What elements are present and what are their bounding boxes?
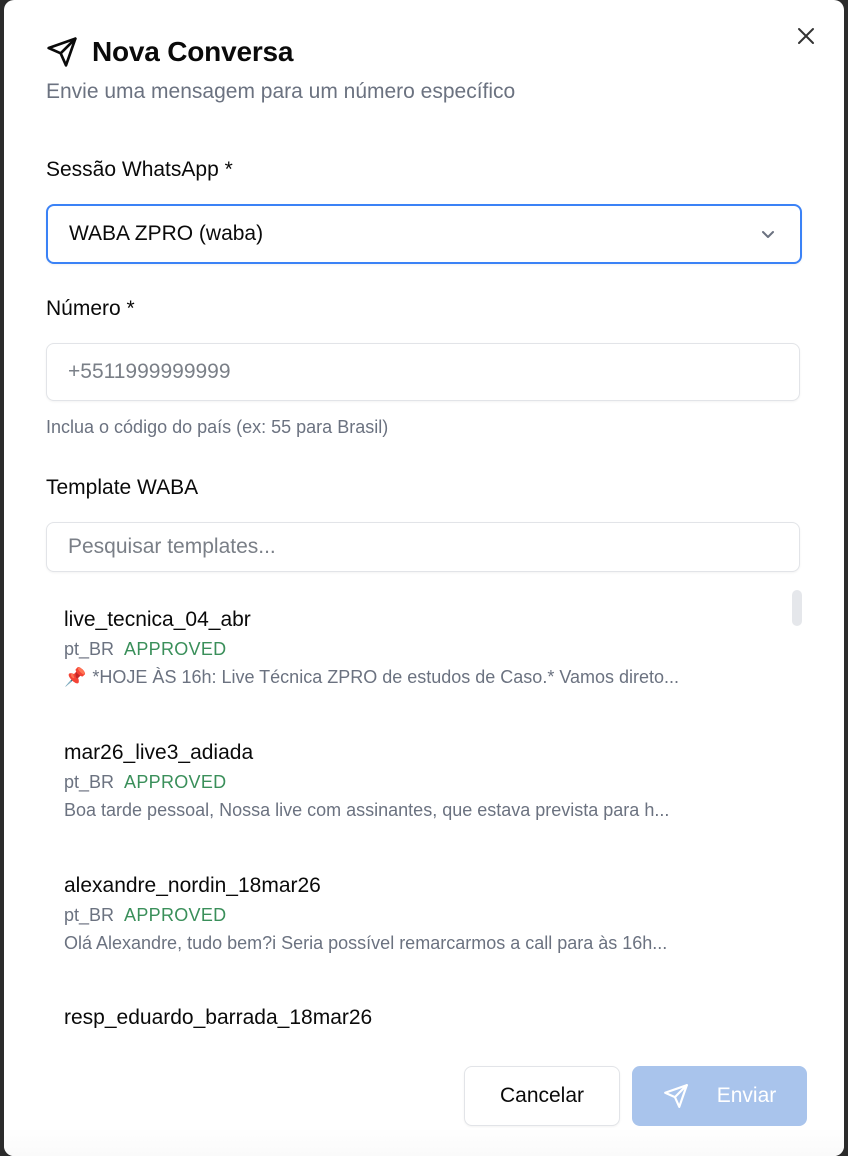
send-button-label: Enviar <box>716 1084 777 1107</box>
template-list: live_tecnica_04_abr pt_BR APPROVED 📌 *HOJE… <box>46 586 806 1028</box>
template-name: live_tecnica_04_abr <box>64 608 251 631</box>
template-item[interactable]: resp_eduardo_barrada_18mar26 <box>64 1004 784 1028</box>
template-list-scrollbar[interactable] <box>792 590 802 626</box>
close-icon <box>798 28 814 44</box>
dialog-bottom-edge <box>4 1128 844 1156</box>
template-language: pt_BR <box>64 639 115 659</box>
send-icon <box>47 37 77 67</box>
dialog-subtitle: Envie uma mensagem para um número especí… <box>46 80 516 103</box>
template-name: alexandre_nordin_18mar26 <box>64 874 321 897</box>
send-button[interactable]: Enviar <box>632 1066 807 1126</box>
template-preview: Boa tarde pessoal, Nossa live com assina… <box>64 800 670 820</box>
chevron-down-icon <box>762 231 774 238</box>
dialog-title: Nova Conversa <box>92 36 294 67</box>
dialog-header: Nova Conversa <box>46 34 293 70</box>
template-item[interactable]: live_tecnica_04_abr pt_BR APPROVED 📌 *HOJE… <box>64 606 784 692</box>
template-name: mar26_live3_adiada <box>64 741 254 764</box>
template-name: resp_eduardo_barrada_18mar26 <box>64 1006 373 1028</box>
template-item[interactable]: mar26_live3_adiada pt_BR APPROVED Boa tar… <box>64 739 784 825</box>
template-label: Template WABA <box>46 476 199 499</box>
number-label: Número * <box>46 297 135 320</box>
session-selected-value: WABA ZPRO (waba) <box>69 222 264 245</box>
number-hint: Inclua o código do país (ex: 55 para Bra… <box>46 417 389 437</box>
template-meta: pt_BR APPROVED <box>64 636 784 662</box>
template-search-input[interactable] <box>46 522 800 572</box>
close-button[interactable] <box>794 24 818 48</box>
session-label: Sessão WhatsApp * <box>46 158 233 181</box>
template-preview: 📌 *HOJE ÀS 16h: Live Técnica ZPRO de estu… <box>64 662 784 692</box>
send-icon <box>663 1084 688 1108</box>
template-status: APPROVED <box>124 905 227 925</box>
template-preview: Olá Alexandre, tudo bem?i Seria possível… <box>64 933 668 953</box>
template-preview-text: *HOJE ÀS 16h: Live Técnica ZPRO de estud… <box>92 667 680 687</box>
template-status: APPROVED <box>124 772 227 792</box>
cancel-button[interactable]: Cancelar <box>464 1066 620 1126</box>
pushpin-icon: 📌 <box>64 667 87 687</box>
new-conversation-dialog: Nova Conversa Envie uma mensagem para um… <box>4 0 844 1156</box>
template-language: pt_BR <box>64 772 115 792</box>
template-language: pt_BR <box>64 905 115 925</box>
template-item[interactable]: alexandre_nordin_18mar26 pt_BR APPROVED O… <box>64 872 784 958</box>
number-input[interactable] <box>46 343 800 401</box>
template-meta: pt_BR APPROVED <box>64 902 784 928</box>
session-select[interactable]: WABA ZPRO (waba) <box>46 204 802 264</box>
template-meta: pt_BR APPROVED <box>64 769 784 795</box>
template-status: APPROVED <box>124 639 227 659</box>
